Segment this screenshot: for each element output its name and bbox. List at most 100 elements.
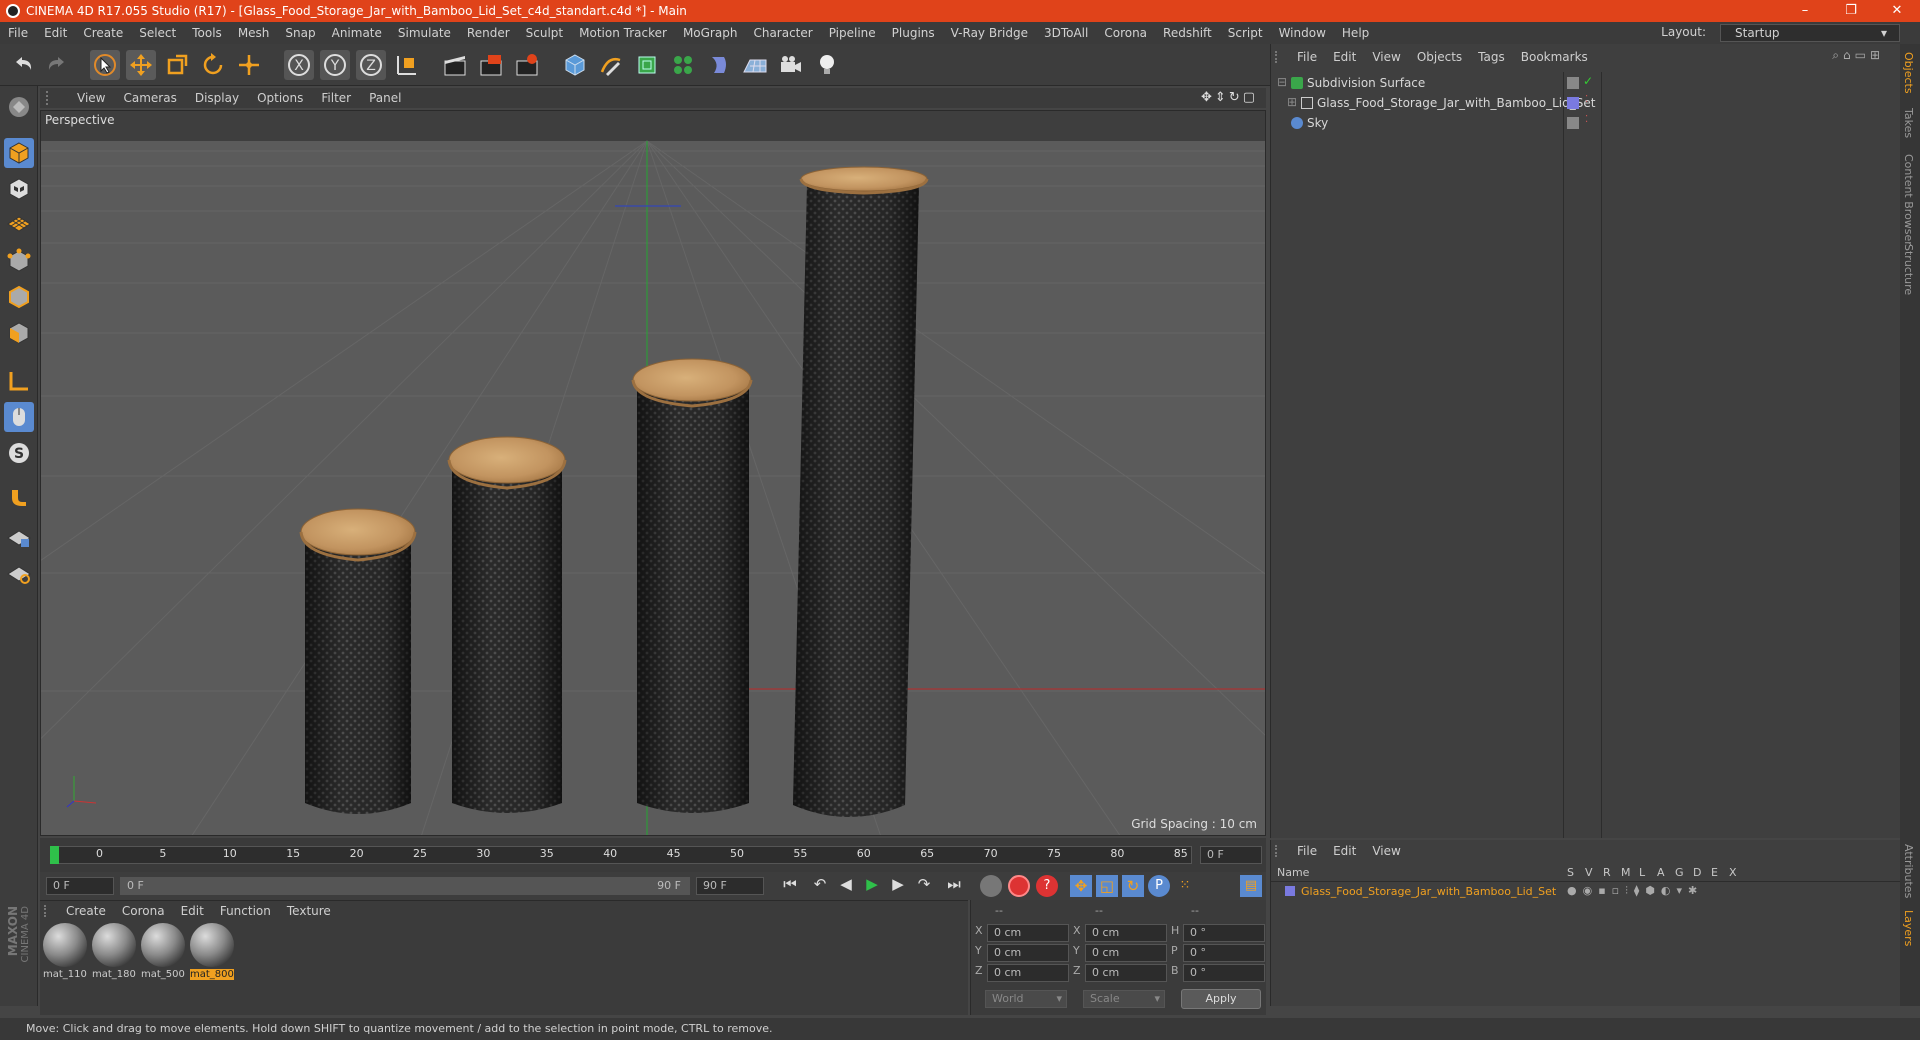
material-menu-create[interactable]: Create <box>58 904 114 918</box>
jar-110[interactable] <box>299 508 417 814</box>
menu-create[interactable]: Create <box>75 26 131 40</box>
position-y-field[interactable]: 0 cm <box>987 944 1069 962</box>
object-row[interactable]: ⊞ Glass_Food_Storage_Jar_with_Bamboo_Lid… <box>1271 94 1901 112</box>
make-editable-button[interactable] <box>4 92 34 122</box>
tab-layers[interactable]: Layers <box>1902 910 1915 946</box>
coordinate-space-select[interactable]: World ▾ <box>985 990 1067 1008</box>
end-frame-field[interactable]: 90 F <box>696 877 764 895</box>
key-pla-toggle[interactable]: ⁙ <box>1174 875 1196 897</box>
render-view-button[interactable] <box>440 50 470 80</box>
menu-vray-bridge[interactable]: V-Ray Bridge <box>943 26 1036 40</box>
size-x-field[interactable]: 0 cm <box>1085 924 1167 942</box>
visibility-dots-icon[interactable]: ⁚ <box>1585 94 1588 105</box>
workplane-mode-button[interactable] <box>4 206 34 236</box>
layer-menu-edit[interactable]: Edit <box>1325 844 1364 858</box>
3d-viewport[interactable]: Perspective Grid Spacing : 10 cm <box>40 110 1266 836</box>
previous-frame-button[interactable]: ◀ <box>834 875 858 897</box>
material-swatch[interactable]: mat_500 <box>141 923 185 985</box>
add-camera-button[interactable] <box>776 50 806 80</box>
enabled-check-icon[interactable]: ✓ <box>1583 74 1593 88</box>
jar-180[interactable] <box>447 436 567 813</box>
object-menu-tags[interactable]: Tags <box>1470 50 1513 64</box>
render-settings-button[interactable] <box>512 50 542 80</box>
solo-button[interactable]: S <box>4 438 34 468</box>
add-subdivision-button[interactable] <box>632 50 662 80</box>
tab-structure[interactable]: Structure <box>1902 244 1915 295</box>
start-frame-field[interactable]: 0 F <box>46 877 114 895</box>
menu-window[interactable]: Window <box>1271 26 1334 40</box>
layout-select[interactable]: Startup ▾ <box>1720 24 1900 42</box>
add-floor-button[interactable] <box>740 50 770 80</box>
key-parameter-toggle[interactable]: P <box>1148 875 1170 897</box>
material-menu-texture[interactable]: Texture <box>279 904 339 918</box>
keyframe-selection-button[interactable]: ? <box>1036 875 1058 897</box>
tab-content-browser[interactable]: Content Browser <box>1902 154 1915 246</box>
material-menu-edit[interactable]: Edit <box>173 904 212 918</box>
key-scale-toggle[interactable]: ◱ <box>1096 875 1118 897</box>
jar-800[interactable] <box>793 166 929 817</box>
menu-plugins[interactable]: Plugins <box>884 26 943 40</box>
add-deformer-button[interactable] <box>704 50 734 80</box>
size-mode-select[interactable]: Scale ▾ <box>1083 990 1165 1008</box>
move-tool[interactable] <box>126 50 156 80</box>
menu-tools[interactable]: Tools <box>184 26 230 40</box>
viewport-menu-filter[interactable]: Filter <box>312 91 360 105</box>
add-light-button[interactable] <box>812 50 842 80</box>
coordinate-system-button[interactable] <box>392 50 422 80</box>
tab-attributes[interactable]: Attributes <box>1902 844 1915 898</box>
menu-render[interactable]: Render <box>459 26 518 40</box>
jar-500[interactable] <box>631 358 753 813</box>
menu-file[interactable]: File <box>0 26 36 40</box>
layer-color-swatch[interactable] <box>1285 886 1295 896</box>
close-button[interactable]: ✕ <box>1874 0 1920 22</box>
current-frame-field[interactable]: 0 F <box>1200 846 1262 864</box>
tweak-mode-button[interactable] <box>4 402 34 432</box>
render-to-picture-viewer-button[interactable] <box>476 50 506 80</box>
menu-corona[interactable]: Corona <box>1096 26 1155 40</box>
viewport-menu-view[interactable]: View <box>68 91 114 105</box>
add-cube-button[interactable] <box>560 50 590 80</box>
scale-tool[interactable] <box>162 50 192 80</box>
menu-redshift[interactable]: Redshift <box>1155 26 1220 40</box>
object-menu-edit[interactable]: Edit <box>1325 50 1364 64</box>
points-mode-button[interactable] <box>4 246 34 276</box>
undo-button[interactable] <box>8 50 38 80</box>
expand-icon[interactable]: ⊞ <box>1287 95 1297 109</box>
object-menu-objects[interactable]: Objects <box>1409 50 1470 64</box>
locked-workplane-button[interactable] <box>4 522 34 552</box>
menu-help[interactable]: Help <box>1334 26 1377 40</box>
layer-row[interactable]: Glass_Food_Storage_Jar_with_Bamboo_Lid_S… <box>1271 884 1901 902</box>
menu-edit[interactable]: Edit <box>36 26 75 40</box>
live-selection-tool[interactable] <box>90 50 120 80</box>
menu-animate[interactable]: Animate <box>324 26 390 40</box>
restore-button[interactable]: ❐ <box>1828 0 1874 22</box>
material-swatch[interactable]: mat_800 <box>190 923 234 985</box>
axis-mode-button[interactable] <box>4 366 34 396</box>
tab-takes[interactable]: Takes <box>1902 108 1915 138</box>
material-swatch[interactable]: mat_180 <box>92 923 136 985</box>
add-spline-button[interactable] <box>596 50 626 80</box>
material-menu-corona[interactable]: Corona <box>114 904 173 918</box>
viewport-menu-cameras[interactable]: Cameras <box>114 91 185 105</box>
go-to-start-button[interactable]: ⏮ <box>778 875 802 897</box>
menu-motion-tracker[interactable]: Motion Tracker <box>571 26 675 40</box>
polygons-mode-button[interactable] <box>4 318 34 348</box>
transform-tool[interactable] <box>234 50 264 80</box>
timeline-track[interactable] <box>50 846 1192 864</box>
model-mode-button[interactable] <box>4 138 34 168</box>
menu-3dtoall[interactable]: 3DToAll <box>1036 26 1096 40</box>
object-row[interactable]: Sky ⁚ <box>1271 114 1901 132</box>
key-position-toggle[interactable]: ✥ <box>1070 875 1092 897</box>
material-menu-function[interactable]: Function <box>212 904 279 918</box>
playhead[interactable] <box>50 846 59 864</box>
layer-menu-file[interactable]: File <box>1289 844 1325 858</box>
apply-button[interactable]: Apply <box>1181 989 1261 1009</box>
x-axis-lock[interactable]: X <box>284 50 314 80</box>
viewport-menu-display[interactable]: Display <box>186 91 248 105</box>
viewport-menu-panel[interactable]: Panel <box>360 91 410 105</box>
layer-menu-view[interactable]: View <box>1364 844 1408 858</box>
viewport-menu-options[interactable]: Options <box>248 91 312 105</box>
timeline-window-button[interactable]: ▤ <box>1240 875 1262 897</box>
menu-simulate[interactable]: Simulate <box>390 26 459 40</box>
minimize-button[interactable]: – <box>1782 0 1828 22</box>
